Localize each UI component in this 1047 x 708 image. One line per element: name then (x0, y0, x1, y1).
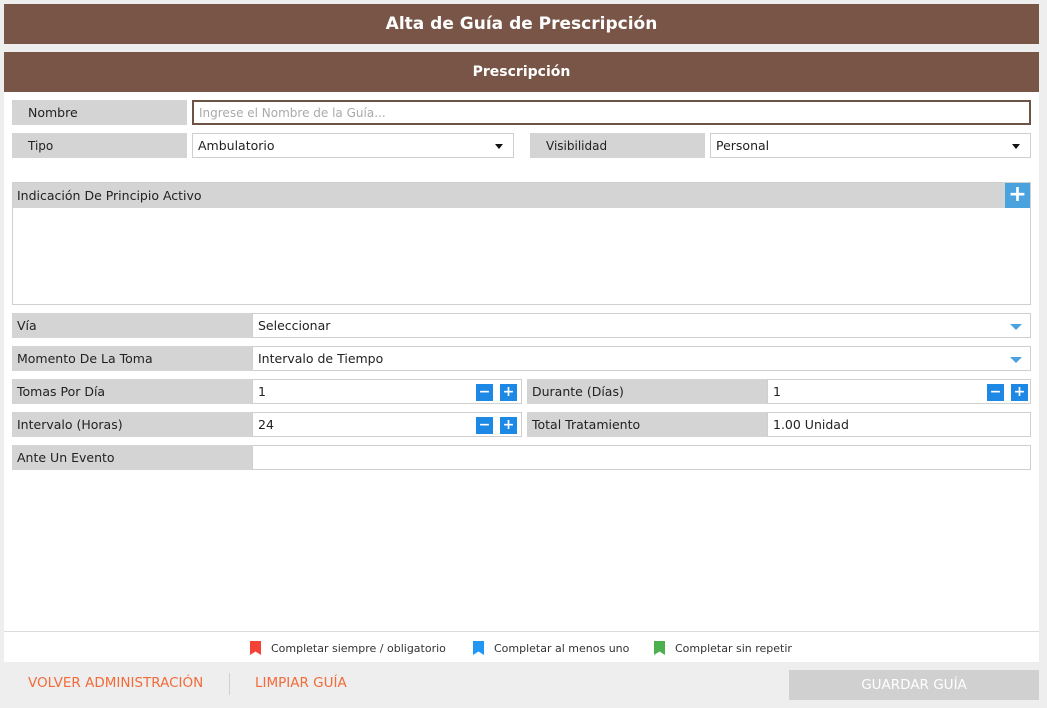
nombre-field[interactable] (192, 100, 1031, 125)
tipo-select[interactable]: Ambulatorio (192, 133, 514, 158)
footer-divider (229, 673, 230, 695)
window-title: Alta de Guía de Prescripción (4, 4, 1039, 44)
durante-decrement-button[interactable]: − (987, 384, 1004, 401)
prescription-card: Prescripción Nombre Tipo Ambulatorio Vis… (4, 52, 1039, 662)
via-select[interactable]: Seleccionar (252, 313, 1031, 338)
indicacion-panel: Indicación De Principio Activo + (12, 182, 1031, 305)
visibilidad-value: Personal (716, 138, 770, 153)
tomas-value: 1 (258, 384, 266, 399)
save-guide-button[interactable]: GUARDAR GUÍA (789, 670, 1039, 700)
intervalo-label: Intervalo (Horas) (12, 412, 252, 437)
chevron-down-icon (1010, 324, 1022, 330)
legend: Completar siempre / obligatorio Completa… (4, 631, 1039, 662)
intervalo-increment-button[interactable]: + (500, 417, 517, 434)
tipo-value: Ambulatorio (198, 138, 275, 153)
evento-label: Ante Un Evento (12, 445, 252, 470)
momento-label: Momento De La Toma (12, 346, 252, 371)
tomas-label: Tomas Por Día (12, 379, 252, 404)
total-field: 1.00 Unidad (767, 412, 1031, 437)
visibilidad-select[interactable]: Personal (710, 133, 1031, 158)
tipo-label: Tipo (12, 133, 187, 158)
momento-value: Intervalo de Tiempo (258, 351, 384, 366)
bookmark-icon (250, 641, 261, 655)
durante-label: Durante (Días) (527, 379, 767, 404)
legend-item-mandatory: Completar siempre / obligatorio (250, 641, 446, 655)
durante-field[interactable]: 1 − + (767, 379, 1031, 404)
chevron-down-icon (1012, 144, 1020, 149)
bookmark-icon (654, 641, 665, 655)
add-indicacion-button[interactable]: + (1005, 183, 1030, 208)
durante-increment-button[interactable]: + (1011, 384, 1028, 401)
visibilidad-label: Visibilidad (530, 133, 705, 158)
momento-select[interactable]: Intervalo de Tiempo (252, 346, 1031, 371)
indicacion-header: Indicación De Principio Activo + (13, 183, 1030, 208)
via-value: Seleccionar (258, 318, 331, 333)
chevron-down-icon (1010, 357, 1022, 363)
nombre-label: Nombre (12, 100, 187, 125)
intervalo-decrement-button[interactable]: − (476, 417, 493, 434)
plus-icon: + (1008, 182, 1027, 207)
back-to-admin-link[interactable]: VOLVER ADMINISTRACIÓN (28, 675, 203, 691)
legend-item-no-repeat: Completar sin repetir (654, 641, 792, 655)
clear-guide-link[interactable]: LIMPIAR GUÍA (255, 675, 347, 691)
legend-label: Completar siempre / obligatorio (271, 641, 446, 655)
chevron-down-icon (495, 144, 503, 149)
intervalo-value: 24 (258, 417, 274, 432)
legend-item-at-least-one: Completar al menos uno (473, 641, 629, 655)
tomas-decrement-button[interactable]: − (476, 384, 493, 401)
intervalo-field[interactable]: 24 − + (252, 412, 522, 437)
indicacion-label: Indicación De Principio Activo (17, 188, 202, 203)
durante-value: 1 (773, 384, 781, 399)
tomas-field[interactable]: 1 − + (252, 379, 522, 404)
legend-label: Completar sin repetir (675, 641, 792, 655)
total-label: Total Tratamiento (527, 412, 767, 437)
bookmark-icon (473, 641, 484, 655)
evento-field[interactable] (252, 445, 1031, 470)
nombre-input[interactable] (199, 105, 1029, 120)
section-title: Prescripción (4, 52, 1039, 92)
via-label: Vía (12, 313, 252, 338)
total-value: 1.00 Unidad (773, 417, 849, 432)
legend-label: Completar al menos uno (494, 641, 630, 655)
tomas-increment-button[interactable]: + (500, 384, 517, 401)
